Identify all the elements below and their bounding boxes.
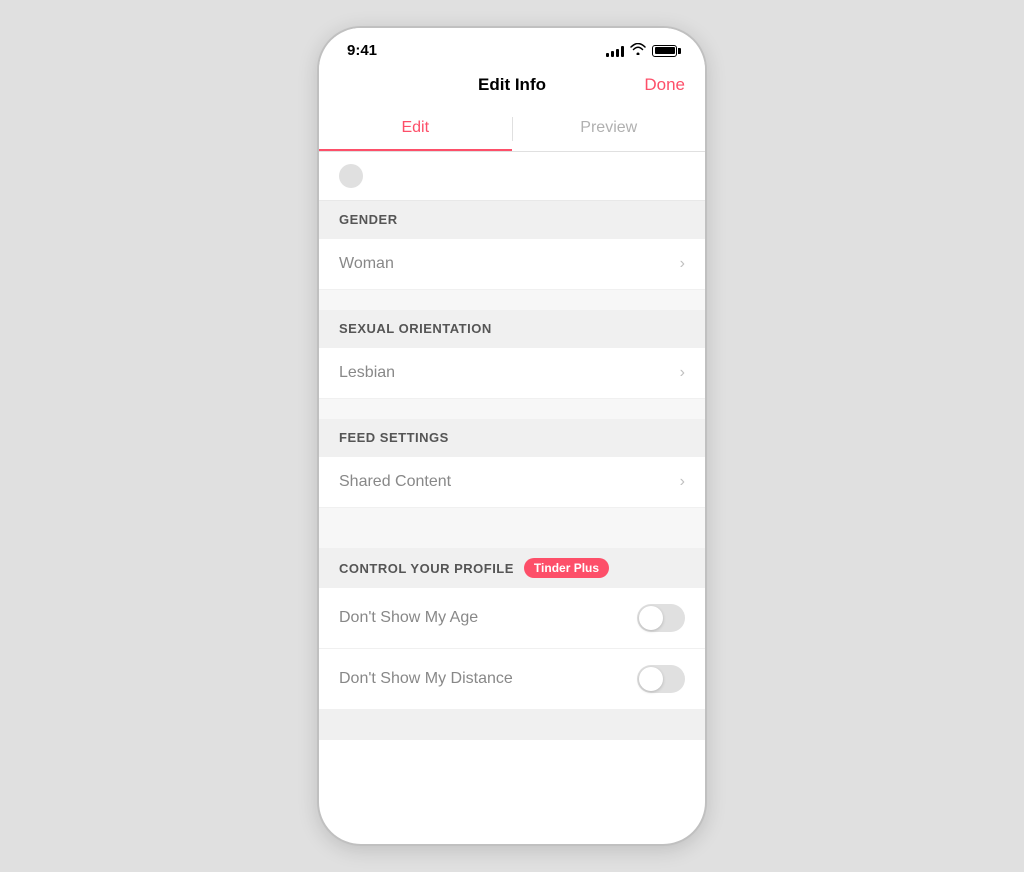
spacer-2 <box>319 399 705 419</box>
dont-show-distance-row: Don't Show My Distance <box>319 649 705 710</box>
partial-icon <box>339 164 363 188</box>
sexual-orientation-label: SEXUAL ORIENTATION <box>339 321 492 336</box>
signal-bar-3 <box>616 49 619 57</box>
tab-edit[interactable]: Edit <box>319 107 512 151</box>
sexual-orientation-row[interactable]: Lesbian › <box>319 348 705 399</box>
feed-settings-section-header: FEED SETTINGS <box>319 419 705 457</box>
status-icons <box>606 43 677 58</box>
signal-bars-icon <box>606 45 624 57</box>
gender-value: Woman <box>339 255 394 273</box>
shared-content-value: Shared Content <box>339 473 451 491</box>
wifi-icon <box>630 43 646 58</box>
signal-bar-1 <box>606 53 609 57</box>
tinder-plus-badge: Tinder Plus <box>524 558 609 578</box>
dont-show-age-label: Don't Show My Age <box>339 609 478 627</box>
dont-show-age-toggle[interactable] <box>637 604 685 632</box>
status-bar: 9:41 <box>319 28 705 67</box>
partial-row <box>319 152 705 201</box>
spacer-1 <box>319 290 705 310</box>
nav-bar: Edit Info Done <box>319 67 705 107</box>
page-title: Edit Info <box>478 75 546 95</box>
sexual-orientation-chevron-icon: › <box>680 364 685 382</box>
dont-show-distance-toggle[interactable] <box>637 665 685 693</box>
dont-show-distance-label: Don't Show My Distance <box>339 670 513 688</box>
gender-chevron-icon: › <box>680 255 685 273</box>
tab-bar: Edit Preview <box>319 107 705 152</box>
bottom-spacer <box>319 710 705 740</box>
shared-content-row[interactable]: Shared Content › <box>319 457 705 508</box>
gender-row[interactable]: Woman › <box>319 239 705 290</box>
control-profile-label: CONTROL YOUR PROFILE <box>339 561 514 576</box>
dont-show-age-toggle-knob <box>639 606 663 630</box>
dont-show-distance-toggle-knob <box>639 667 663 691</box>
content-area: GENDER Woman › SEXUAL ORIENTATION Lesbia… <box>319 152 705 740</box>
sexual-orientation-value: Lesbian <box>339 364 395 382</box>
sexual-orientation-section-header: SEXUAL ORIENTATION <box>319 310 705 348</box>
phone-frame: 9:41 Edit Info Done <box>317 26 707 846</box>
battery-fill <box>655 47 675 54</box>
control-profile-section-header: CONTROL YOUR PROFILE Tinder Plus <box>319 548 705 588</box>
spacer-3 <box>319 508 705 548</box>
signal-bar-2 <box>611 51 614 57</box>
gender-label: GENDER <box>339 212 398 227</box>
battery-icon <box>652 45 677 57</box>
done-button[interactable]: Done <box>644 75 685 95</box>
feed-settings-label: FEED SETTINGS <box>339 430 449 445</box>
gender-section-header: GENDER <box>319 201 705 239</box>
dont-show-age-row: Don't Show My Age <box>319 588 705 649</box>
tab-preview[interactable]: Preview <box>513 107 706 151</box>
shared-content-chevron-icon: › <box>680 473 685 491</box>
signal-bar-4 <box>621 46 624 57</box>
status-time: 9:41 <box>347 42 377 59</box>
